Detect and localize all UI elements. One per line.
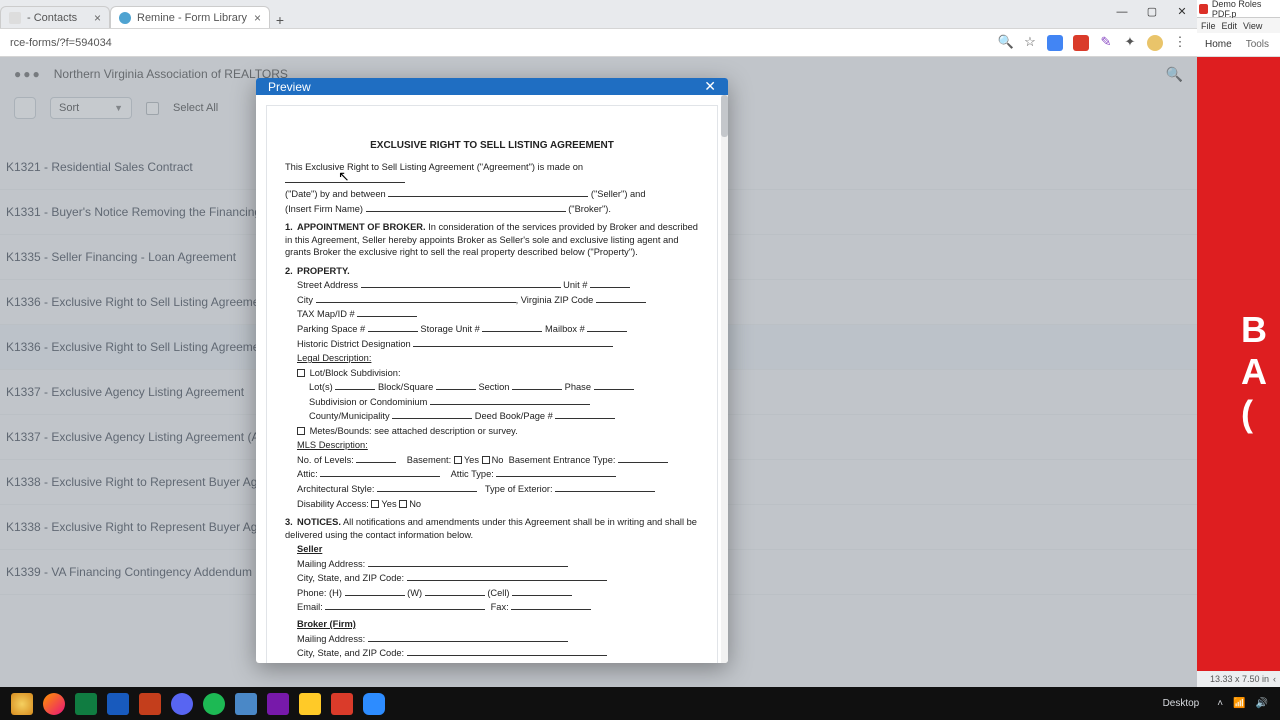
preview-modal: Preview ✕ EXCLUSIVE RIGHT TO SELL LISTIN… <box>256 78 728 663</box>
preview-scrollbar[interactable] <box>721 95 728 663</box>
doc-title: EXCLUSIVE RIGHT TO SELL LISTING AGREEMEN… <box>285 140 699 151</box>
new-tab-button[interactable]: + <box>270 12 290 28</box>
maximize-button[interactable]: ▢ <box>1137 0 1167 24</box>
document-preview[interactable]: EXCLUSIVE RIGHT TO SELL LISTING AGREEMEN… <box>266 105 718 663</box>
zoom-info: 13.33 x 7.50 in <box>1210 674 1269 684</box>
volume-icon[interactable]: 🔊 <box>1256 698 1268 709</box>
close-icon[interactable]: × <box>254 11 261 25</box>
acrobat-icon[interactable] <box>326 691 358 717</box>
spotify-icon[interactable] <box>198 691 230 717</box>
puzzle-icon[interactable]: ✦ <box>1123 35 1137 49</box>
translate-icon[interactable] <box>1047 35 1063 51</box>
close-icon[interactable]: ✕ <box>704 78 716 95</box>
powerpoint-icon[interactable] <box>134 691 166 717</box>
acrobat-icon <box>1199 4 1208 14</box>
favicon-remine <box>119 12 131 24</box>
explorer-icon[interactable] <box>294 691 326 717</box>
menu-icon[interactable]: ⋮ <box>1173 35 1187 49</box>
firefox-icon[interactable] <box>38 691 70 717</box>
menu-file[interactable]: File <box>1201 21 1216 31</box>
tab-tools[interactable]: Tools <box>1246 39 1269 50</box>
pdf-viewer-window[interactable]: Demo Roles PDF.p File Edit View Home Too… <box>1197 0 1280 687</box>
window-close-button[interactable]: ✕ <box>1167 0 1197 24</box>
star-icon[interactable]: ☆ <box>1023 35 1037 49</box>
notepad-icon[interactable] <box>230 691 262 717</box>
minimize-button[interactable]: — <box>1107 0 1137 24</box>
pdf-filename: Demo Roles PDF.p <box>1212 0 1280 19</box>
close-icon[interactable]: × <box>94 11 101 25</box>
chevron-left-icon[interactable]: ‹ <box>1273 674 1276 684</box>
word-icon[interactable] <box>102 691 134 717</box>
zoom-icon[interactable]: 🔍 <box>999 35 1013 49</box>
tab-contacts[interactable]: - Contacts × <box>0 6 110 28</box>
chevron-up-icon[interactable]: ˄ <box>1217 698 1223 709</box>
discord-icon[interactable] <box>166 691 198 717</box>
excel-icon[interactable] <box>70 691 102 717</box>
wifi-icon[interactable]: 📶 <box>1233 698 1245 709</box>
onenote-icon[interactable] <box>262 691 294 717</box>
avatar-icon[interactable] <box>1147 35 1163 51</box>
menu-edit[interactable]: Edit <box>1222 21 1238 31</box>
tab-home[interactable]: Home <box>1205 39 1232 50</box>
tab-remine[interactable]: Remine - Form Library × <box>110 6 270 28</box>
zoom-app-icon[interactable] <box>358 691 390 717</box>
address-bar[interactable]: rce-forms/?f=594034 <box>4 37 999 49</box>
tab-label: Remine - Form Library <box>137 12 247 24</box>
favicon-generic <box>9 12 21 24</box>
start-button[interactable] <box>6 691 38 717</box>
show-desktop-button[interactable]: Desktop <box>1155 698 1208 709</box>
tab-label: - Contacts <box>27 12 77 24</box>
taskbar: Desktop ˄ 📶 🔊 <box>0 687 1280 720</box>
pen-icon[interactable]: ✎ <box>1099 35 1113 49</box>
pdf-ext-icon[interactable] <box>1073 35 1089 51</box>
menu-view[interactable]: View <box>1243 21 1262 31</box>
pdf-content-fragment: B A ( <box>1197 309 1267 435</box>
modal-title: Preview <box>268 80 311 94</box>
scroll-thumb[interactable] <box>721 95 728 137</box>
